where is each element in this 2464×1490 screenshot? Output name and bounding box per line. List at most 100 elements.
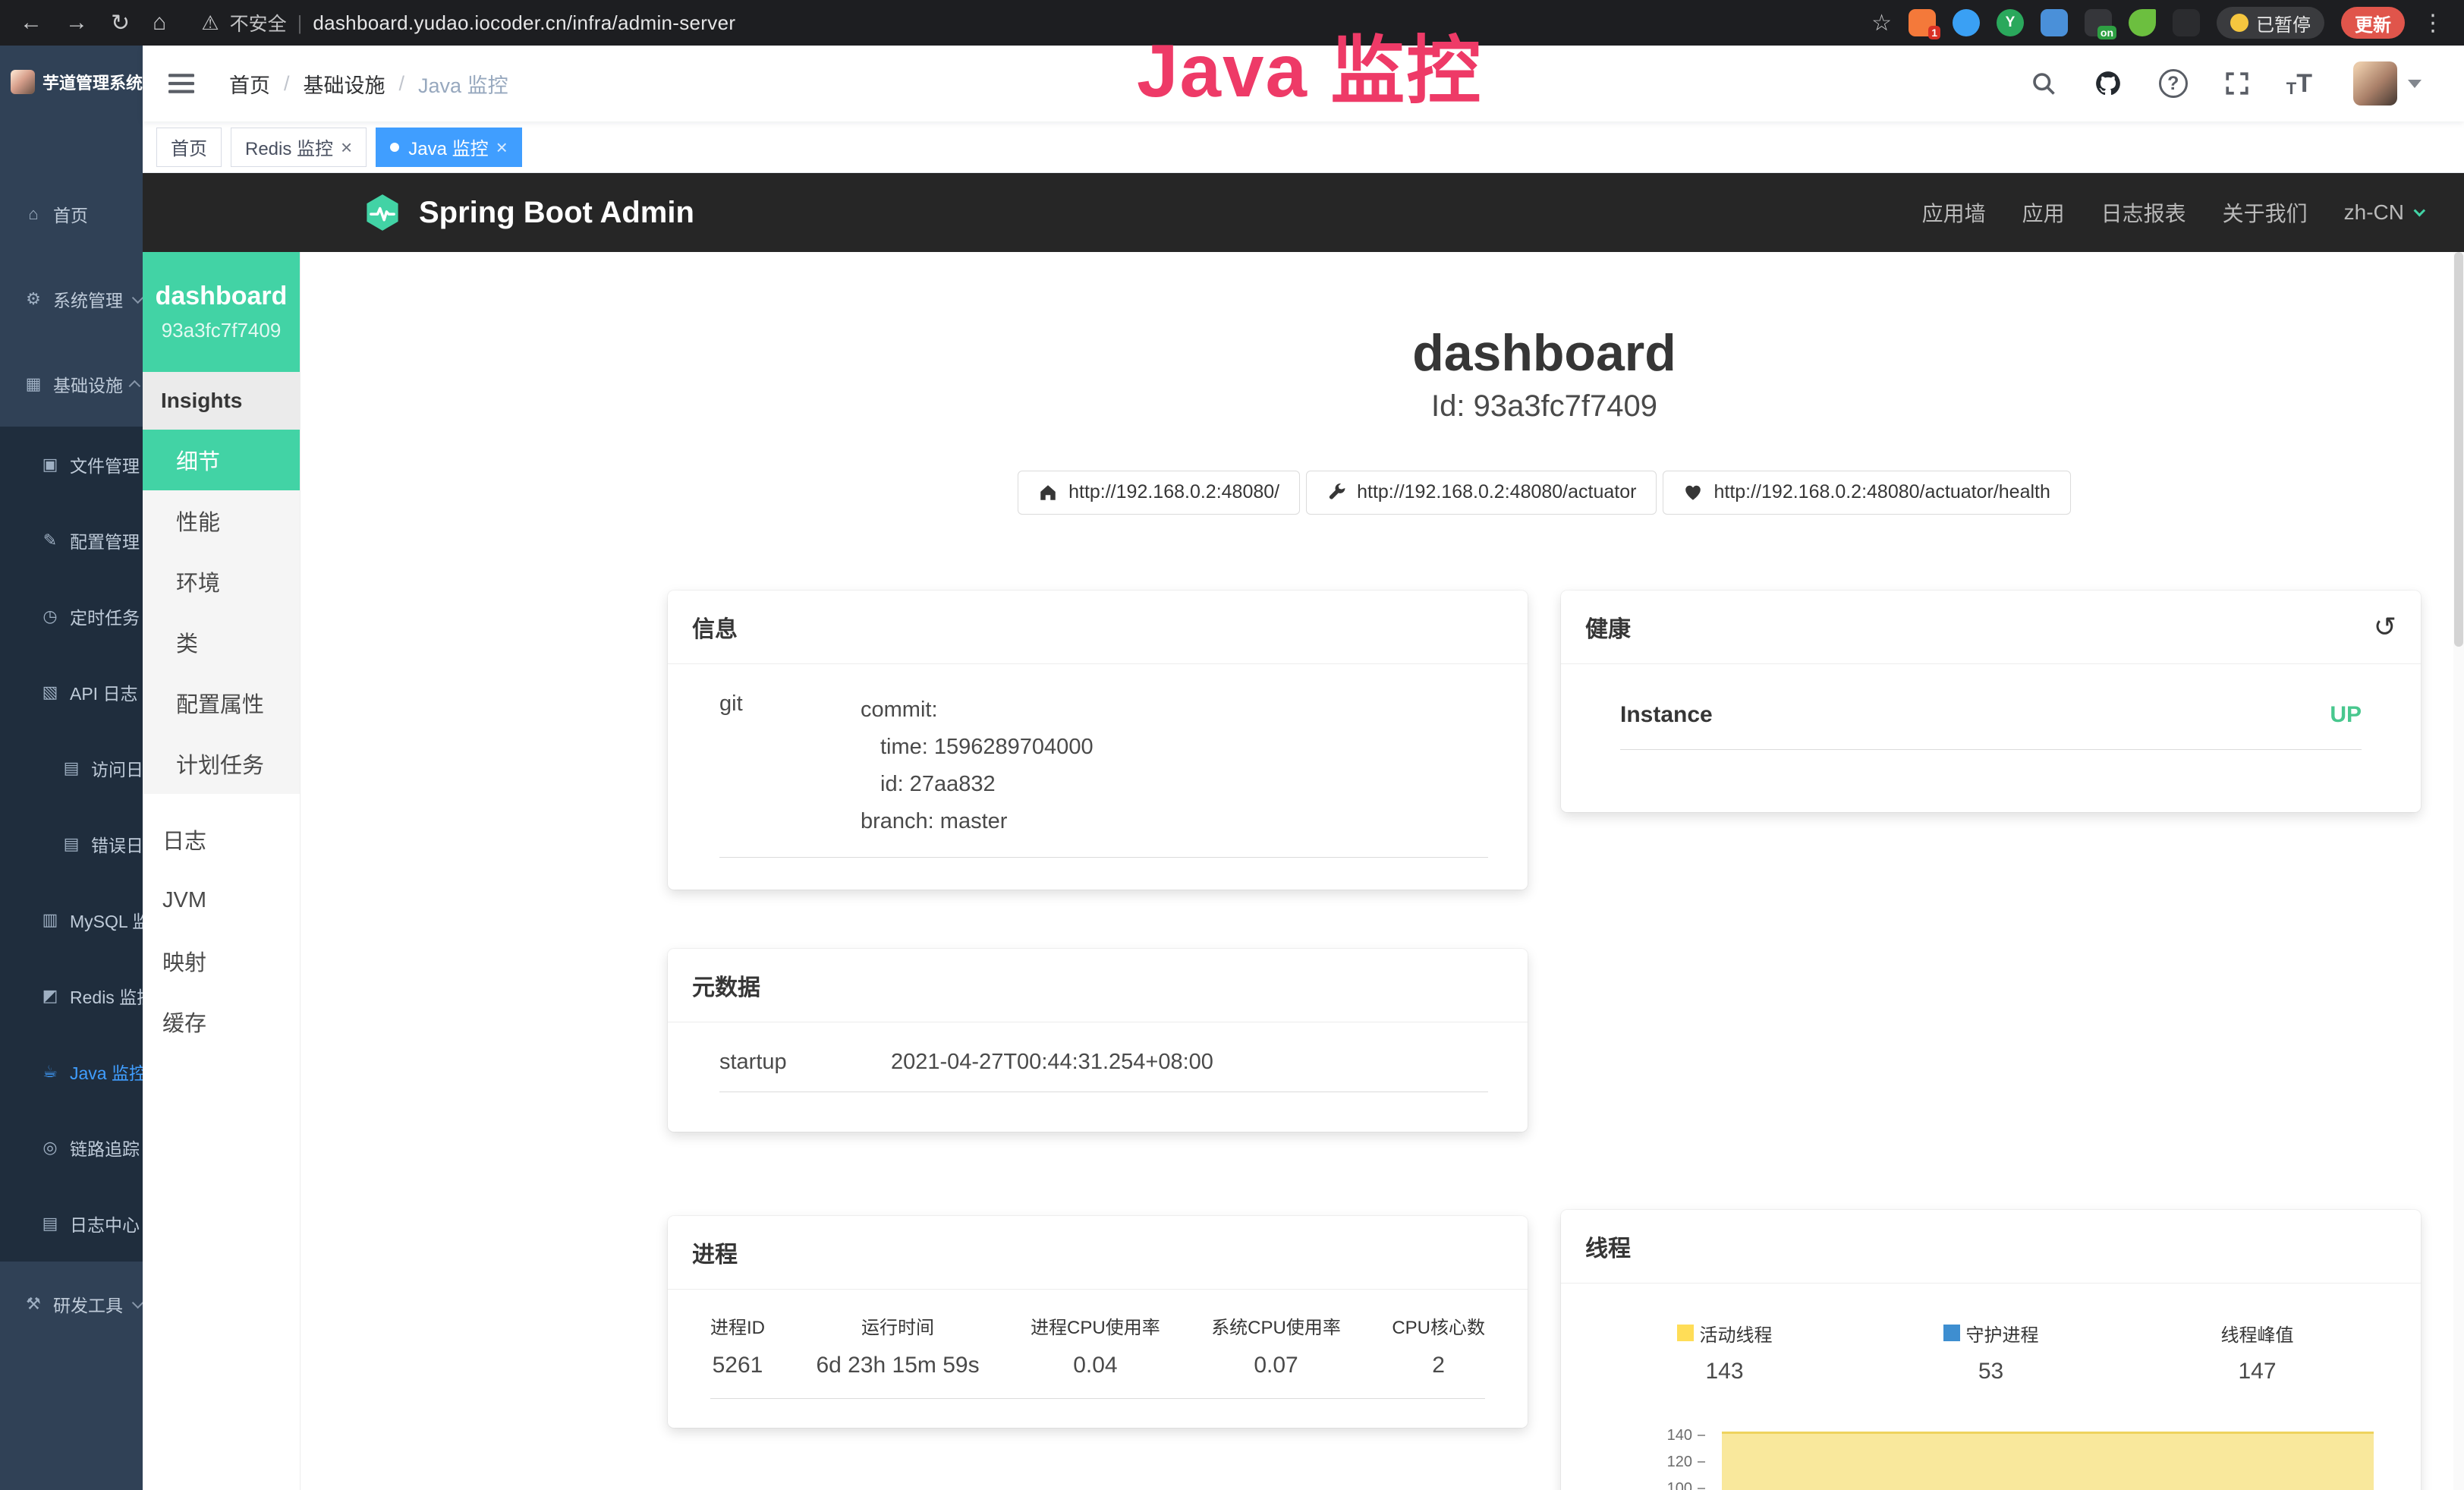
font-size-icon[interactable]: T T <box>2286 69 2312 99</box>
paused-badge[interactable]: 已暂停 <box>2217 7 2324 39</box>
browser-reload-icon[interactable]: ↻ <box>111 10 130 36</box>
tab-java-monitoring[interactable]: Java 监控 × <box>376 128 522 167</box>
extension-icon-orange[interactable]: 1 <box>1909 9 1936 36</box>
github-icon[interactable] <box>2094 69 2123 98</box>
sba-sidebar-item-loggers[interactable]: 日志 <box>143 809 300 870</box>
browser-forward-icon[interactable]: → <box>65 10 88 36</box>
user-menu[interactable] <box>2353 61 2422 106</box>
sba-nav-about[interactable]: 关于我们 <box>2204 197 2326 228</box>
service-url-label: http://192.168.0.2:48080/ <box>1068 481 1279 503</box>
sidebar-item-redis-monitoring[interactable]: ◩ Redis 监控 <box>0 958 143 1034</box>
sba-sidebar-item-jvm[interactable]: JVM <box>143 870 300 931</box>
sba-sidebar-item-details[interactable]: 细节 <box>143 430 300 490</box>
app-logo-row[interactable]: 芋道管理系统 <box>0 46 143 118</box>
help-icon[interactable]: ? <box>2159 69 2188 98</box>
history-icon[interactable]: ↺ <box>2374 611 2396 643</box>
process-cpu-value: 0.04 <box>1031 1353 1160 1378</box>
sba-sidebar-item-mappings[interactable]: 映射 <box>143 931 300 991</box>
breadcrumb-separator: / <box>284 72 290 96</box>
tab-redis-monitoring[interactable]: Redis 监控 × <box>231 128 367 167</box>
sidebar-item-dev-tools[interactable]: ⚒ 研发工具 <box>0 1262 143 1347</box>
paused-label: 已暂停 <box>2256 10 2311 36</box>
page-scrollbar[interactable] <box>2453 252 2464 1490</box>
hamburger-icon[interactable] <box>168 72 194 95</box>
sba-sidebar-item-config-props[interactable]: 配置属性 <box>143 673 300 733</box>
tab-label: 首页 <box>171 134 207 160</box>
help-glyph: ? <box>2167 73 2179 95</box>
sidebar-item-scheduled-tasks[interactable]: ◷ 定时任务 <box>0 578 143 654</box>
sba-locale-select[interactable]: zh-CN <box>2326 200 2422 225</box>
extension-icon-blue-drop[interactable] <box>1953 9 1980 36</box>
sba-sidebar-item-metrics[interactable]: 性能 <box>143 490 300 551</box>
chevron-down-icon <box>132 291 143 304</box>
cards-column-right: 健康 ↺ Instance UP <box>1561 591 2421 1490</box>
uptime-cell: 运行时间 6d 23h 15m 59s <box>816 1312 979 1378</box>
sba-logo-icon <box>363 193 402 232</box>
breadcrumb-home[interactable]: 首页 <box>229 69 270 99</box>
sidebar-item-error-logs[interactable]: ▤ 错误日志 <box>0 806 143 882</box>
sba-sidebar-item-caches[interactable]: 缓存 <box>143 991 300 1052</box>
live-threads-label: 活动线程 <box>1700 1320 1773 1347</box>
update-button[interactable]: 更新 <box>2341 7 2405 39</box>
sidebar-item-label: 定时任务 <box>70 603 140 629</box>
process-card-title: 进程 <box>692 1236 738 1269</box>
fullscreen-icon[interactable] <box>2224 71 2250 96</box>
service-url-button[interactable]: http://192.168.0.2:48080/ <box>1018 471 1300 515</box>
sidebar-item-log-center[interactable]: ▤ 日志中心 <box>0 1186 143 1262</box>
main-sidebar: 芋道管理系统 ⌂ 首页 ⚙ 系统管理 ▦ 基础设施 <box>0 46 143 1490</box>
threads-card: 线程 活动线程 <box>1561 1210 2421 1490</box>
sba-nav-journal[interactable]: 日志报表 <box>2083 197 2204 228</box>
cpu-cores-cell: CPU核心数 2 <box>1392 1312 1485 1378</box>
extension-icon-green-leaf[interactable] <box>2129 9 2156 36</box>
browser-home-icon[interactable]: ⌂ <box>153 10 166 36</box>
bookmark-star-icon[interactable]: ☆ <box>1871 10 1892 36</box>
sidebar-item-home[interactable]: ⌂ 首页 <box>0 172 143 257</box>
sba-sidebar-item-scheduled-tasks[interactable]: 计划任务 <box>143 733 300 794</box>
sidebar-item-infrastructure[interactable]: ▦ 基础设施 <box>0 342 143 427</box>
browser-back-icon[interactable]: ← <box>20 10 42 36</box>
sba-sidebar-item-beans[interactable]: 类 <box>143 612 300 673</box>
address-bar[interactable]: ⚠ 不安全 | dashboard.yudao.iocoder.cn/infra… <box>201 9 735 36</box>
git-key: git <box>719 691 861 840</box>
health-heart-icon <box>1683 483 1703 502</box>
sidebar-item-config-management[interactable]: ✎ 配置管理 <box>0 502 143 578</box>
browser-menu-icon[interactable]: ⋮ <box>2422 10 2444 36</box>
breadcrumb-infrastructure[interactable]: 基础设施 <box>304 69 385 99</box>
tools-icon: ⚒ <box>23 1294 44 1314</box>
system-cpu-value: 0.07 <box>1211 1353 1341 1378</box>
file-icon: ▣ <box>39 455 61 474</box>
actuator-url-button[interactable]: http://192.168.0.2:48080/actuator <box>1306 471 1657 515</box>
sba-brand[interactable]: Spring Boot Admin <box>363 193 694 232</box>
sba-instance-header[interactable]: dashboard 93a3fc7f7409 <box>143 252 300 372</box>
tab-close-icon[interactable]: × <box>341 137 352 157</box>
home-icon: ⌂ <box>23 204 44 224</box>
sba-nav-applications[interactable]: 应用 <box>2004 197 2083 228</box>
security-label: 不安全 <box>230 9 287 36</box>
git-id-line: id: 27aa832 <box>861 766 1094 803</box>
sidebar-item-mysql-monitoring[interactable]: ▥ MySQL 监控 <box>0 882 143 958</box>
sidebar-item-access-logs[interactable]: ▤ 访问日志 <box>0 730 143 806</box>
scrollbar-thumb[interactable] <box>2454 252 2463 647</box>
extension-icon-proxy[interactable]: on <box>2085 9 2112 36</box>
sba-sidebar-item-environment[interactable]: 环境 <box>143 551 300 612</box>
extensions-puzzle-icon[interactable] <box>2173 9 2200 36</box>
tab-home[interactable]: 首页 <box>156 128 222 167</box>
sba-header: Spring Boot Admin 应用墙 应用 日志报表 关于我们 zh-CN <box>143 173 2464 252</box>
process-cpu-cell: 进程CPU使用率 0.04 <box>1031 1312 1160 1378</box>
sidebar-item-file-management[interactable]: ▣ 文件管理 <box>0 427 143 502</box>
sidebar-item-system-management[interactable]: ⚙ 系统管理 <box>0 257 143 342</box>
search-icon[interactable] <box>2030 70 2057 97</box>
tab-close-icon[interactable]: × <box>496 137 508 157</box>
live-threads-value: 143 <box>1591 1359 1858 1384</box>
sidebar-item-api-logs[interactable]: ▧ API 日志 <box>0 654 143 730</box>
daemon-threads-cell: 守护进程 53 <box>1858 1320 2124 1384</box>
extension-icon-blue-grid[interactable] <box>2041 9 2068 36</box>
extension-icon-green-circle[interactable]: Y <box>1997 9 2024 36</box>
app-frame: 芋道管理系统 ⌂ 首页 ⚙ 系统管理 ▦ 基础设施 <box>0 46 2464 1490</box>
sidebar-item-link-tracing[interactable]: ◎ 链路追踪 <box>0 1110 143 1186</box>
sidebar-item-label: API 日志 <box>70 679 137 705</box>
sba-nav-wallboard[interactable]: 应用墙 <box>1904 197 2004 228</box>
instance-links: http://192.168.0.2:48080/ http://192.168… <box>668 471 2421 515</box>
health-url-button[interactable]: http://192.168.0.2:48080/actuator/health <box>1663 471 2070 515</box>
sidebar-item-java-monitoring[interactable]: ☕ Java 监控 <box>0 1034 143 1110</box>
